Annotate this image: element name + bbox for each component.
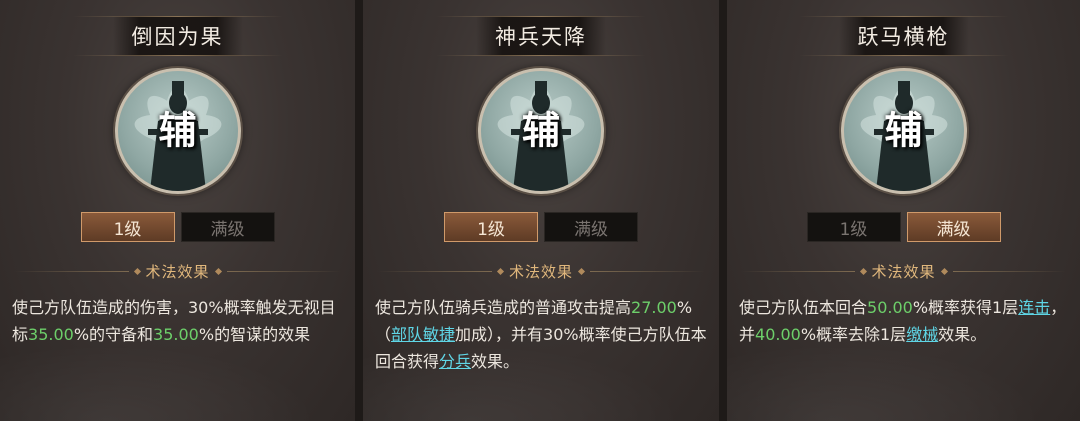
- level-max-tab[interactable]: 满级: [906, 212, 1001, 242]
- section-label: 术法效果: [871, 262, 936, 281]
- skill-portrait: 辅: [840, 68, 967, 194]
- diamond-icon: [214, 267, 222, 275]
- desc-value: 0: [666, 298, 677, 317]
- desc-text: %的守备和: [73, 325, 154, 344]
- desc-text: %的智谋的效果: [198, 325, 311, 344]
- desc-text: 效果。: [938, 325, 987, 344]
- level-max-tab[interactable]: 满级: [544, 212, 638, 242]
- desc-text: 效果。: [471, 352, 520, 371]
- skill-portrait: 辅: [114, 68, 241, 194]
- desc-text: %概率去除1层: [800, 325, 907, 344]
- skill-title-banner: 跃马横枪: [798, 16, 1009, 56]
- desc-value: 50.00: [867, 298, 913, 317]
- skill-cards: 倒因为果 辅 1级 满级 术法效果 使己方队伍造成的伤害，30%概率触发无视目标…: [0, 0, 1080, 421]
- divider: [14, 270, 129, 272]
- divider: [952, 270, 1067, 272]
- skill-card-1: 倒因为果 辅 1级 满级 术法效果 使己方队伍造成的伤害，30%概率触发无视目标…: [0, 0, 355, 421]
- level-1-tab[interactable]: 1级: [80, 212, 175, 242]
- skill-title: 倒因为果: [131, 25, 224, 49]
- diamond-icon: [496, 267, 505, 275]
- desc-value: 35.00: [153, 325, 199, 344]
- divider: [741, 270, 855, 272]
- level-max-tab[interactable]: 满级: [180, 212, 275, 242]
- level-1-tab[interactable]: 1级: [806, 212, 901, 242]
- skill-title-banner: 神兵天降: [436, 16, 646, 56]
- desc-text: 使己方队伍本回合: [739, 298, 868, 317]
- section-label: 术法效果: [145, 262, 210, 281]
- effect-section-header: 术法效果: [741, 260, 1067, 282]
- skill-portrait: 辅: [478, 68, 604, 194]
- level-tabs: 1级 满级: [806, 212, 1001, 242]
- effect-description: 使己方队伍骑兵造成的普通攻击提高27.00%（部队敏捷加成），并有30%概率使己…: [375, 294, 709, 375]
- role-character: 辅: [884, 108, 923, 153]
- divider: [377, 270, 492, 272]
- skill-title: 神兵天降: [495, 25, 587, 49]
- effect-description: 使己方队伍造成的伤害，30%概率触发无视目标35.00%的守备和35.00%的智…: [12, 294, 345, 348]
- level-1-tab[interactable]: 1级: [444, 212, 538, 242]
- desc-value: 35.00: [28, 325, 74, 344]
- level-tabs: 1级 满级: [444, 212, 638, 242]
- level-tabs: 1级 满级: [80, 212, 275, 242]
- divider: [590, 270, 706, 272]
- section-label: 术法效果: [509, 262, 574, 281]
- effect-section-header: 术法效果: [377, 260, 706, 282]
- keyword-link[interactable]: 部队敏捷: [391, 325, 455, 344]
- role-character: 辅: [158, 108, 197, 153]
- diamond-icon: [133, 267, 141, 275]
- role-character: 辅: [521, 108, 561, 153]
- diamond-icon: [940, 267, 948, 275]
- divider: [226, 270, 342, 272]
- desc-value: 40.00: [755, 325, 801, 344]
- effect-description: 使己方队伍本回合50.00%概率获得1层连击，并40.00%概率去除1层缴械效果…: [739, 294, 1070, 348]
- skill-card-2: 神兵天降 辅 1级 满级 术法效果 使己方队伍骑兵造成的普通攻击提高27.00%…: [363, 0, 719, 421]
- desc-value: 27.0: [631, 298, 667, 317]
- skill-title-banner: 倒因为果: [72, 16, 283, 56]
- skill-card-3: 跃马横枪 辅 1级 满级 术法效果 使己方队伍本回合50.00%概率获得1层连击…: [727, 0, 1080, 421]
- diamond-icon: [577, 267, 586, 275]
- desc-text: 使己方队伍骑兵造成的普通攻击提高: [375, 298, 632, 317]
- desc-text: %概率获得1层: [912, 298, 1019, 317]
- skill-title: 跃马横枪: [857, 25, 950, 49]
- effect-section-header: 术法效果: [14, 260, 342, 282]
- keyword-link[interactable]: 缴械: [906, 325, 938, 344]
- diamond-icon: [859, 267, 867, 275]
- keyword-link[interactable]: 分兵: [439, 352, 471, 371]
- keyword-link[interactable]: 连击: [1018, 298, 1050, 317]
